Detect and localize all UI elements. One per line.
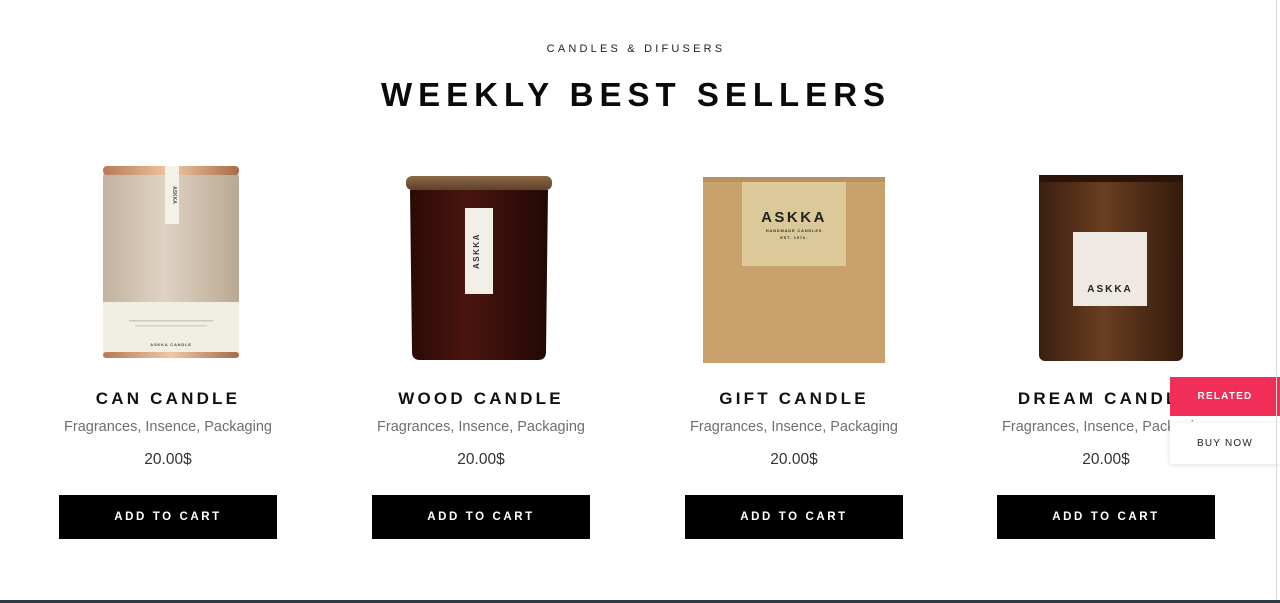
gift-label-brand: ASKKA (761, 209, 827, 226)
page-edge-divider (1276, 0, 1277, 603)
gift-label-est: EST. 1970. (780, 235, 808, 240)
product-title[interactable]: CAN CANDLE (39, 389, 297, 409)
dream-label-brand: ASKKA (1087, 284, 1133, 295)
product-card-wood-candle: ASKKA WOOD CANDLE Fragrances, Insence, P… (372, 160, 590, 540)
product-price: 20.00$ (457, 451, 505, 468)
product-categories: Fragrances, Insence, Packaging (690, 419, 898, 435)
buy-now-tab[interactable]: BUY NOW (1170, 423, 1280, 464)
product-title[interactable]: WOOD CANDLE (352, 389, 610, 409)
product-image-can-candle[interactable]: ASKKA ASKKA CANDLE (59, 160, 277, 370)
can-label-brand: ASKKA (171, 186, 177, 204)
product-card-dream-candle: ASKKA DREAM CANDLE Fragrances, Insence, … (997, 160, 1215, 540)
gift-label-sub: HANDMADE CANDLES (766, 228, 823, 233)
add-to-cart-button[interactable]: ADD TO CART (685, 495, 903, 539)
related-tab[interactable]: RELATED (1170, 377, 1280, 416)
product-card-gift-candle: ASKKA HANDMADE CANDLES EST. 1970. GIFT C… (685, 160, 903, 540)
product-categories: Fragrances, Insence, Packaging (64, 419, 272, 435)
wood-label-brand: ASKKA (472, 233, 481, 269)
product-image-wood-candle[interactable]: ASKKA (372, 160, 590, 370)
add-to-cart-button[interactable]: ADD TO CART (372, 495, 590, 539)
can-footer-label: ASKKA CANDLE (150, 342, 191, 347)
product-card-can-candle: ASKKA ASKKA CANDLE CAN CANDLE Fragrances… (59, 160, 277, 540)
section-eyebrow: CANDLES & DIFUSERS (546, 43, 726, 55)
section-title: WEEKLY BEST SELLERS (380, 76, 892, 113)
add-to-cart-button[interactable]: ADD TO CART (997, 495, 1215, 539)
add-to-cart-button[interactable]: ADD TO CART (59, 495, 277, 539)
product-price: 20.00$ (144, 451, 192, 468)
product-image-dream-candle[interactable]: ASKKA (997, 160, 1215, 370)
product-title[interactable]: GIFT CANDLE (665, 389, 923, 409)
product-image-gift-candle[interactable]: ASKKA HANDMADE CANDLES EST. 1970. (685, 160, 903, 370)
product-categories: Fragrances, Insence, Packaging (377, 419, 585, 435)
product-price: 20.00$ (770, 451, 818, 468)
